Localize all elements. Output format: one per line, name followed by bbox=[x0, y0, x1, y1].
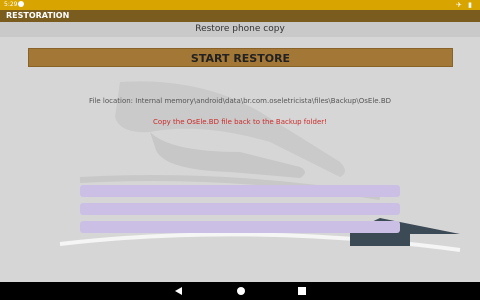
file-location-text: File location: Internal memory\android\d… bbox=[88, 97, 392, 105]
app-title: RESTORATION bbox=[6, 11, 70, 20]
pliers-illustration bbox=[115, 81, 345, 177]
status-bar: 5:29 ✈ ▮ bbox=[0, 0, 480, 10]
progress-bar-3 bbox=[80, 221, 400, 233]
progress-bar-1 bbox=[80, 185, 400, 197]
page-subtitle: Restore phone copy bbox=[0, 22, 480, 37]
app-bar: RESTORATION bbox=[0, 10, 480, 22]
recent-apps-icon[interactable] bbox=[297, 286, 307, 296]
home-icon[interactable] bbox=[236, 286, 246, 296]
status-icons: ✈ ▮ bbox=[456, 1, 474, 9]
status-time: 5:29 bbox=[4, 1, 18, 8]
hint-text: Copy the OsEle.BD file back to the Backu… bbox=[153, 118, 327, 126]
main-content: Restore phone copy START RESTORE File lo… bbox=[0, 22, 480, 282]
start-restore-button[interactable]: START RESTORE bbox=[28, 48, 453, 67]
sync-icon bbox=[18, 1, 24, 7]
progress-bar-2 bbox=[80, 203, 400, 215]
back-icon[interactable] bbox=[174, 286, 184, 296]
navigation-bar bbox=[0, 282, 480, 300]
